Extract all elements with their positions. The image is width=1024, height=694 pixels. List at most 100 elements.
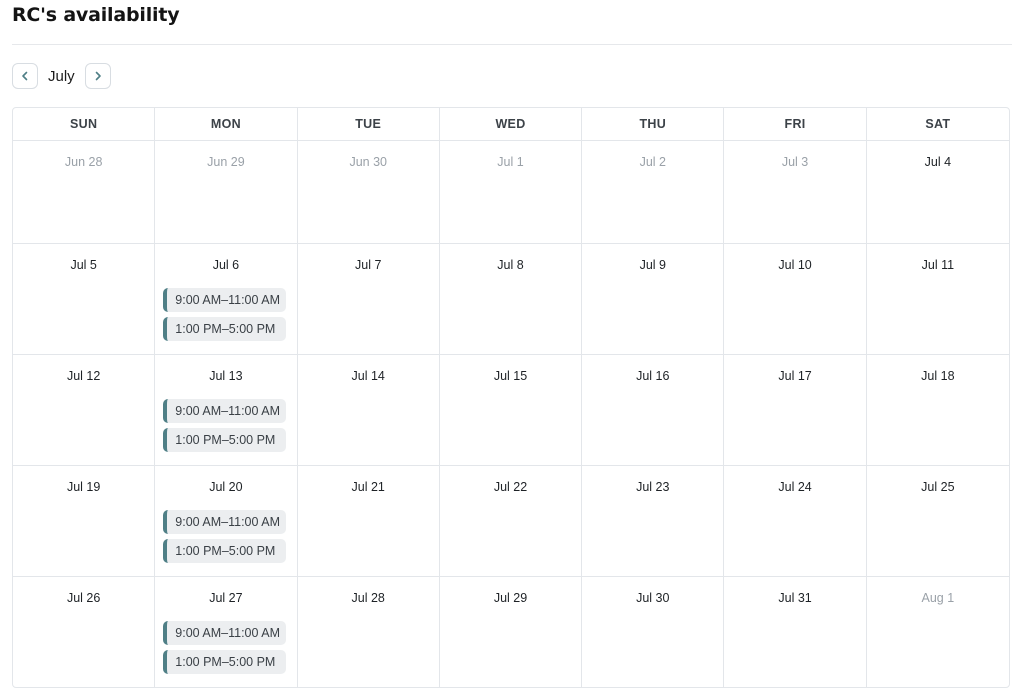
calendar-day-cell[interactable]: Jul 13 9:00 AM–11:00 AM 1:00 PM–5:00 PM	[155, 355, 298, 465]
calendar-day-cell[interactable]: Jul 19	[13, 466, 156, 576]
calendar-week-row: Jul 19 Jul 20 9:00 AM–11:00 AM 1:00 PM–5:00…	[13, 466, 1009, 577]
day-date-label: Jun 28	[64, 155, 103, 169]
day-date-label: Jul 9	[639, 258, 666, 272]
day-date-label: Aug 1	[921, 591, 955, 605]
calendar-day-cell[interactable]: Jul 4	[867, 141, 1009, 243]
availability-slots: 9:00 AM–11:00 AM 1:00 PM–5:00 PM	[163, 288, 296, 341]
calendar-day-cell[interactable]: Jul 12	[13, 355, 156, 465]
availability-slot[interactable]: 1:00 PM–5:00 PM	[163, 650, 287, 674]
calendar-day-cell[interactable]: Jul 8	[440, 244, 583, 354]
calendar-day-cell[interactable]: Jul 15	[440, 355, 583, 465]
day-date-label: Jul 3	[781, 155, 809, 169]
day-date-label: Jul 27	[209, 591, 243, 605]
calendar-day-cell[interactable]: Jul 5	[13, 244, 156, 354]
availability-slot[interactable]: 9:00 AM–11:00 AM	[163, 288, 287, 312]
calendar-day-cell[interactable]: Jul 26	[13, 577, 156, 687]
calendar-day-cell[interactable]: Jul 27 9:00 AM–11:00 AM 1:00 PM–5:00 PM	[155, 577, 298, 687]
day-date-label: Jul 25	[921, 480, 955, 494]
day-date-label: Jul 11	[921, 258, 955, 272]
availability-slots: 9:00 AM–11:00 AM 1:00 PM–5:00 PM	[163, 399, 296, 452]
day-date-label: Jul 14	[351, 369, 385, 383]
calendar-day-cell[interactable]: Jul 3	[724, 141, 867, 243]
day-date-label: Jun 29	[207, 155, 245, 169]
calendar-day-cell[interactable]: Jul 20 9:00 AM–11:00 AM 1:00 PM–5:00 PM	[155, 466, 298, 576]
day-date-label: Jul 10	[778, 258, 812, 272]
availability-calendar: SUN MON TUE WED THU FRI SAT Jun 28 Jun 29…	[12, 107, 1010, 688]
calendar-day-cell[interactable]: Jul 21	[298, 466, 440, 576]
day-date-label: Jul 23	[636, 480, 670, 494]
day-date-label: Jul 15	[493, 369, 528, 383]
day-date-label: Jul 2	[639, 155, 666, 169]
calendar-day-cell[interactable]: Jul 16	[582, 355, 725, 465]
calendar-weeks: Jun 28 Jun 29 Jun 30 Jul 1 Jul 2 Jul 3 Jul 4 Ju…	[13, 141, 1009, 687]
weekday-label: FRI	[724, 108, 867, 140]
day-date-label: Jul 30	[636, 591, 670, 605]
calendar-week-row: Jul 12 Jul 13 9:00 AM–11:00 AM 1:00 PM–5:00…	[13, 355, 1009, 466]
month-navigation: July	[12, 62, 111, 90]
calendar-day-cell[interactable]: Jul 29	[440, 577, 583, 687]
weekday-header: SUN MON TUE WED THU FRI SAT	[13, 108, 1009, 141]
calendar-day-cell[interactable]: Jun 30	[298, 141, 440, 243]
calendar-day-cell[interactable]: Jul 11	[867, 244, 1009, 354]
availability-slot[interactable]: 1:00 PM–5:00 PM	[163, 428, 287, 452]
day-date-label: Jul 1	[497, 155, 524, 169]
calendar-week-row: Jul 26 Jul 27 9:00 AM–11:00 AM 1:00 PM–5:00…	[13, 577, 1009, 687]
calendar-day-cell[interactable]: Jul 18	[867, 355, 1009, 465]
day-date-label: Jul 19	[66, 480, 101, 494]
next-month-button[interactable]	[84, 63, 111, 89]
day-date-label: Jul 29	[493, 591, 528, 605]
calendar-day-cell[interactable]: Jun 29	[155, 141, 298, 243]
calendar-day-cell[interactable]: Jul 6 9:00 AM–11:00 AM 1:00 PM–5:00 PM	[155, 244, 298, 354]
availability-slot[interactable]: 9:00 AM–11:00 AM	[163, 621, 287, 645]
calendar-day-cell[interactable]: Jul 23	[582, 466, 725, 576]
day-date-label: Jun 30	[349, 155, 387, 169]
day-date-label: Jul 6	[212, 258, 240, 272]
current-month: July	[48, 67, 75, 85]
calendar-day-cell[interactable]: Jul 10	[724, 244, 867, 354]
calendar-day-cell[interactable]: Jul 31	[724, 577, 867, 687]
calendar-day-cell[interactable]: Jul 14	[298, 355, 440, 465]
calendar-day-cell[interactable]: Jul 2	[582, 141, 725, 243]
calendar-day-cell[interactable]: Jul 1	[440, 141, 583, 243]
day-date-label: Jul 17	[778, 369, 812, 383]
day-date-label: Jul 31	[778, 591, 812, 605]
availability-slot[interactable]: 1:00 PM–5:00 PM	[163, 317, 287, 341]
weekday-label: TUE	[298, 108, 440, 140]
calendar-day-cell[interactable]: Jul 25	[867, 466, 1009, 576]
calendar-day-cell[interactable]: Aug 1	[867, 577, 1009, 687]
availability-slot[interactable]: 9:00 AM–11:00 AM	[163, 399, 287, 423]
day-date-label: Jul 4	[924, 155, 952, 169]
weekday-label: MON	[155, 108, 298, 140]
calendar-day-cell[interactable]: Jun 28	[13, 141, 156, 243]
previous-month-button[interactable]	[12, 63, 38, 89]
availability-slots: 9:00 AM–11:00 AM 1:00 PM–5:00 PM	[163, 510, 296, 563]
day-date-label: Jul 28	[351, 591, 385, 605]
day-date-label: Jul 21	[351, 480, 385, 494]
calendar-day-cell[interactable]: Jul 7	[298, 244, 440, 354]
weekday-label: SAT	[925, 117, 951, 131]
day-date-label: Jul 7	[355, 258, 382, 272]
calendar-week-row: Jun 28 Jun 29 Jun 30 Jul 1 Jul 2 Jul 3 Jul 4	[13, 141, 1009, 244]
calendar-week-row: Jul 5 Jul 6 9:00 AM–11:00 AM 1:00 PM–5:00 P…	[13, 244, 1009, 355]
calendar-day-cell[interactable]: Jul 30	[582, 577, 725, 687]
day-date-label: Jul 22	[493, 480, 528, 494]
calendar-day-cell[interactable]: Jul 17	[724, 355, 867, 465]
calendar-day-cell[interactable]: Jul 22	[440, 466, 583, 576]
day-date-label: Jul 8	[497, 258, 524, 272]
day-date-label: Jul 16	[636, 369, 670, 383]
calendar-day-cell[interactable]: Jul 24	[724, 466, 867, 576]
chevron-right-icon	[93, 71, 103, 81]
day-date-label: Jul 13	[209, 369, 243, 383]
day-date-label: Jul 20	[209, 480, 243, 494]
weekday-label: WED	[440, 108, 583, 140]
calendar-day-cell[interactable]: Jul 9	[582, 244, 725, 354]
weekday-label: SUN	[13, 108, 156, 140]
availability-slot[interactable]: 1:00 PM–5:00 PM	[163, 539, 287, 563]
day-date-label: Jul 5	[70, 258, 97, 272]
chevron-left-icon	[20, 71, 30, 81]
calendar-day-cell[interactable]: Jul 28	[298, 577, 440, 687]
availability-slot[interactable]: 9:00 AM–11:00 AM	[163, 510, 287, 534]
day-date-label: Jul 26	[66, 591, 101, 605]
weekday-label: THU	[582, 108, 725, 140]
day-date-label: Jul 12	[66, 369, 101, 383]
